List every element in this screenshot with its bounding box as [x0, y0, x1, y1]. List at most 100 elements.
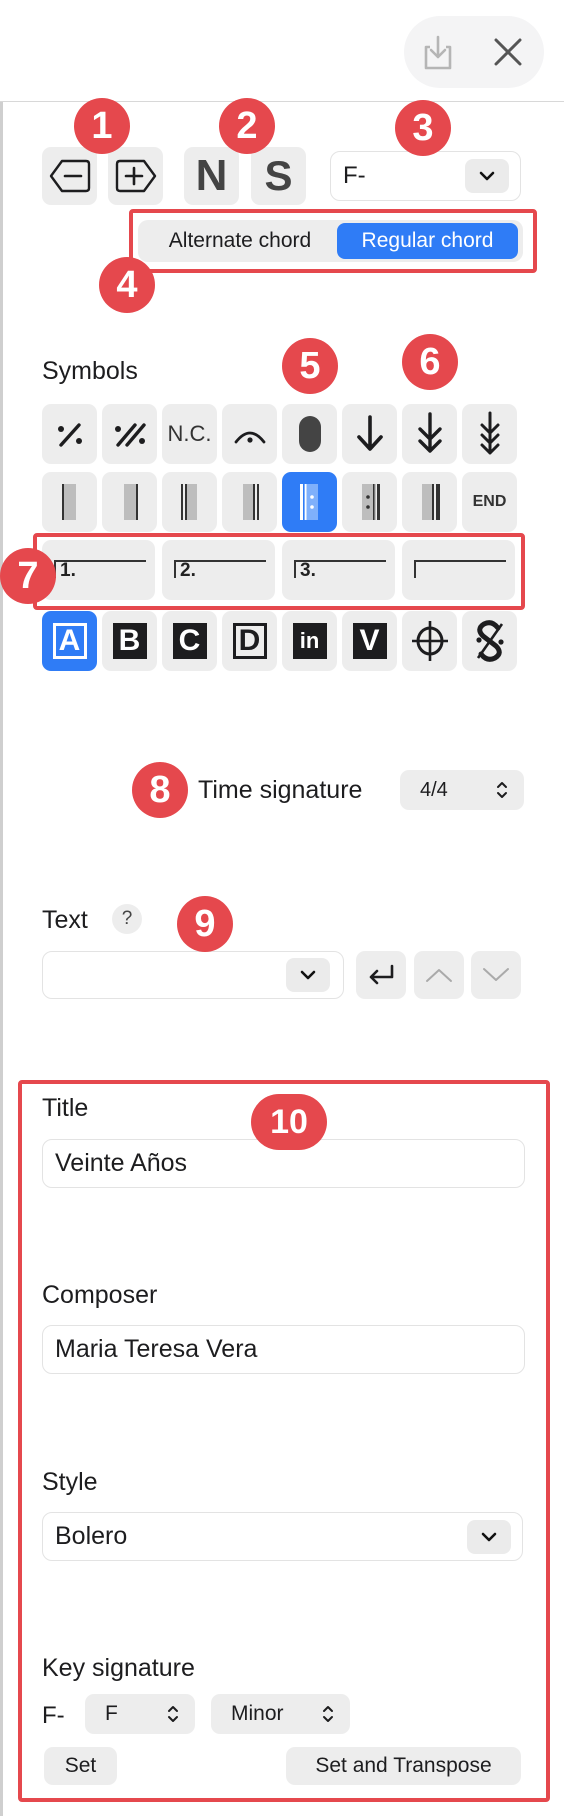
push-three-button[interactable]	[462, 404, 517, 464]
repeat-start-button[interactable]	[282, 472, 337, 532]
composer-value: Maria Teresa Vera	[55, 1335, 258, 1363]
stepper-chevrons-icon	[323, 1706, 333, 1722]
coda-icon	[411, 621, 448, 661]
key-mode-select[interactable]: Minor	[211, 1694, 350, 1734]
text-move-up-button[interactable]	[414, 951, 464, 999]
rehearsal-intro-label: in	[292, 623, 327, 659]
time-signature-value: 4/4	[420, 778, 448, 801]
annotation-badge-4: 4	[99, 257, 155, 313]
segno-icon	[475, 620, 504, 662]
barline-right-button[interactable]	[102, 472, 157, 532]
ns-n-button[interactable]: N	[184, 147, 239, 205]
share-button[interactable]	[408, 22, 468, 82]
rehearsal-c-label: C	[172, 623, 207, 659]
annotation-badge-6: 6	[402, 334, 458, 390]
repeat-end-button[interactable]	[342, 472, 397, 532]
key-root-value: F	[105, 1702, 118, 1725]
chord-select[interactable]: F-	[330, 151, 521, 201]
share-icon	[424, 35, 452, 70]
chord-type-segmented[interactable]: Alternate chord Regular chord	[138, 220, 523, 262]
barline-double-left-button[interactable]	[162, 472, 217, 532]
header-actions	[404, 16, 544, 88]
pause-symbol-button[interactable]	[282, 404, 337, 464]
arrow-down-icon	[356, 415, 383, 451]
text-label: Text	[42, 906, 88, 934]
composer-input[interactable]: Maria Teresa Vera	[42, 1325, 525, 1374]
rehearsal-a-button[interactable]: A	[42, 611, 97, 671]
text-help-button[interactable]: ?	[112, 904, 142, 934]
ending-1-button[interactable]: 1.	[42, 540, 155, 600]
title-value: Veinte Años	[55, 1149, 188, 1177]
rehearsal-c-button[interactable]: C	[162, 611, 217, 671]
delete-chord-icon	[49, 159, 90, 193]
barline-final-button[interactable]	[402, 472, 457, 532]
annotation-badge-7: 7	[0, 548, 56, 604]
repeat-start-icon	[299, 484, 318, 520]
ending-blank-button[interactable]	[402, 540, 515, 600]
stepper-chevrons-icon	[497, 782, 507, 798]
symbols-label: Symbols	[42, 357, 138, 385]
repeat-one-bar-icon	[57, 423, 82, 447]
annotation-badge-3: 3	[395, 100, 451, 156]
rehearsal-a-label: A	[52, 623, 87, 659]
segno-button[interactable]	[462, 611, 517, 671]
coda-button[interactable]	[402, 611, 457, 671]
rehearsal-b-button[interactable]: B	[102, 611, 157, 671]
push-two-button[interactable]	[402, 404, 457, 464]
close-icon	[494, 38, 522, 66]
ending-2-button[interactable]: 2.	[162, 540, 275, 600]
double-arrow-down-icon	[417, 412, 442, 453]
triple-arrow-down-icon	[480, 411, 499, 455]
set-key-button[interactable]: Set	[44, 1747, 117, 1785]
ending-3-button[interactable]: 3.	[282, 540, 395, 600]
ending-2-label: 2.	[180, 560, 196, 581]
return-icon	[369, 964, 394, 985]
chevron-down-icon	[465, 159, 509, 193]
ending-3-label: 3.	[300, 560, 316, 581]
annotation-badge-2: 2	[219, 98, 275, 154]
key-mode-value: Minor	[231, 1702, 284, 1725]
annotation-badge-8: 8	[132, 762, 188, 818]
annotation-badge-9: 9	[177, 896, 233, 952]
ending-1-label: 1.	[60, 560, 76, 581]
rehearsal-b-label: B	[112, 623, 147, 659]
annotation-badge-10: 10	[251, 1094, 327, 1150]
key-current-value: F-	[42, 1702, 65, 1729]
regular-chord-option[interactable]: Regular chord	[337, 223, 518, 259]
set-and-transpose-button[interactable]: Set and Transpose	[286, 1747, 521, 1785]
text-input-select[interactable]	[42, 951, 344, 999]
insert-chord-button[interactable]	[108, 147, 163, 205]
repeat-one-bar-button[interactable]	[42, 404, 97, 464]
barline-right-icon	[123, 484, 138, 520]
key-root-select[interactable]: F	[85, 1694, 195, 1734]
composer-label: Composer	[42, 1281, 158, 1309]
rehearsal-d-label: D	[232, 623, 267, 659]
end-button[interactable]: END	[462, 472, 517, 532]
close-button[interactable]	[478, 22, 538, 82]
key-signature-label: Key signature	[42, 1654, 195, 1682]
push-one-button[interactable]	[342, 404, 397, 464]
title-label: Title	[42, 1094, 89, 1122]
rehearsal-d-button[interactable]: D	[222, 611, 277, 671]
fermata-icon	[234, 431, 265, 444]
fermata-button[interactable]	[222, 404, 277, 464]
rehearsal-verse-button[interactable]: V	[342, 611, 397, 671]
ns-s-button[interactable]: S	[251, 147, 306, 205]
chevron-down-icon	[467, 1520, 511, 1554]
barline-double-right-icon	[242, 484, 259, 520]
style-select[interactable]: Bolero	[42, 1512, 523, 1561]
rehearsal-intro-button[interactable]: in	[282, 611, 337, 671]
no-chord-button[interactable]: N.C.	[162, 404, 217, 464]
insert-text-button[interactable]	[356, 951, 406, 999]
text-move-down-button[interactable]	[471, 951, 521, 999]
barline-single-button[interactable]	[42, 472, 97, 532]
insert-chord-icon	[115, 159, 156, 193]
barline-double-right-button[interactable]	[222, 472, 277, 532]
time-signature-select[interactable]: 4/4	[400, 770, 524, 810]
chevron-up-icon	[426, 969, 452, 982]
annotation-badge-1: 1	[74, 98, 130, 154]
delete-chord-button[interactable]	[42, 147, 97, 205]
window-header	[0, 0, 564, 102]
repeat-two-bars-button[interactable]	[102, 404, 157, 464]
alternate-chord-option[interactable]: Alternate chord	[144, 223, 336, 259]
